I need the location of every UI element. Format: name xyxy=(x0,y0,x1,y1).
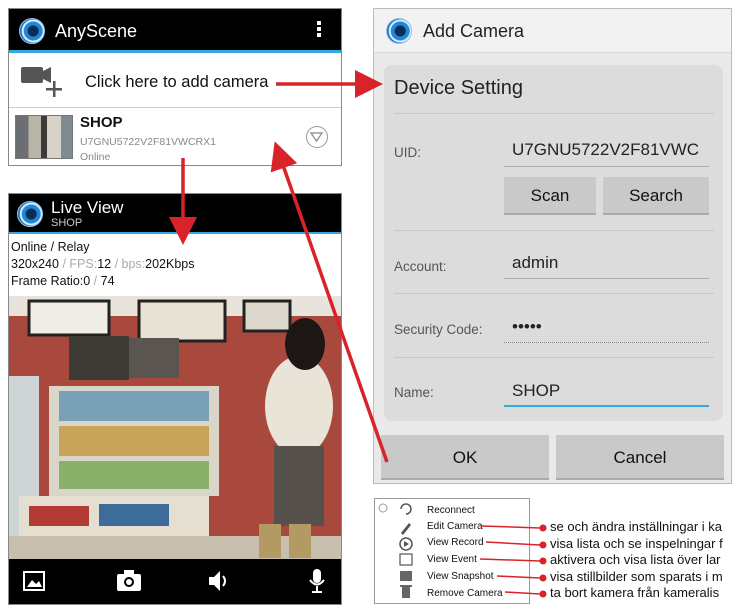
bps-label: bps: xyxy=(121,257,146,271)
annotation-view-record: visa lista och se inspelningar f xyxy=(550,536,723,551)
divider xyxy=(394,293,714,294)
security-code-field[interactable]: ••••• xyxy=(504,317,709,343)
video-image xyxy=(9,296,341,559)
menu-item-edit-camera[interactable]: Edit Camera xyxy=(427,521,483,532)
calendar-icon xyxy=(399,553,413,566)
account-label: Account: xyxy=(394,259,447,274)
overflow-menu-icon[interactable] xyxy=(317,19,321,39)
reconnect-icon xyxy=(400,503,412,515)
camera-context-menu: Reconnect Edit Camera View Record View E… xyxy=(374,498,530,604)
name-label: Name: xyxy=(394,385,434,400)
dialog-title: Add Camera xyxy=(423,21,525,41)
annotation-remove-camera: ta bort kamera från kameralis xyxy=(550,585,720,600)
stream-resolution: 320x240 xyxy=(11,257,59,271)
camera-list-screen: AnyScene Click here to add camera SHOP U… xyxy=(8,8,342,166)
camera-uid: U7GNU5722V2F81VWCRX1 xyxy=(80,136,216,148)
camera-name: SHOP xyxy=(80,114,123,131)
speaker-icon[interactable] xyxy=(207,568,229,594)
search-button[interactable]: Search xyxy=(603,177,709,215)
app-logo-icon xyxy=(19,18,45,44)
trash-icon xyxy=(402,587,410,598)
add-camera-icon xyxy=(21,67,62,97)
camera-menu-button[interactable] xyxy=(306,126,328,148)
ok-button[interactable]: OK xyxy=(381,435,549,480)
uid-field[interactable]: U7GNU5722V2F81VWC xyxy=(504,140,709,167)
scan-button[interactable]: Scan xyxy=(504,177,596,215)
menu-item-view-event[interactable]: View Event xyxy=(427,554,477,565)
device-setting-heading: Device Setting xyxy=(394,77,523,99)
annotation-view-event: aktivera och visa lista över lar xyxy=(550,552,721,567)
camera-snapshot-icon[interactable] xyxy=(115,569,143,593)
live-video-frame[interactable] xyxy=(9,296,341,559)
stream-mode: Relay xyxy=(57,240,90,254)
stream-info: Online / Relay 320x240 / FPS:12 / bps:20… xyxy=(11,240,195,288)
bps-value: 202Kbps xyxy=(145,257,195,271)
live-view-app-bar: Live View SHOP xyxy=(9,194,341,234)
edit-icon xyxy=(401,523,411,535)
menu-item-view-snapshot[interactable]: View Snapshot xyxy=(427,571,494,582)
stream-status: Online xyxy=(11,240,48,254)
camera-status: Online xyxy=(80,151,111,163)
app-title: AnyScene xyxy=(55,21,138,41)
divider xyxy=(394,230,714,231)
app-logo-icon xyxy=(17,201,43,227)
annotation-view-snapshot: visa stillbilder som sparats i m xyxy=(550,569,723,584)
live-view-screen: Live View SHOP Online / Relay 320x240 / … xyxy=(8,193,342,605)
menu-item-view-record[interactable]: View Record xyxy=(427,537,484,548)
security-code-label: Security Code: xyxy=(394,322,483,337)
live-view-subtitle: SHOP xyxy=(51,217,83,229)
uid-label: UID: xyxy=(394,145,421,160)
microphone-icon[interactable] xyxy=(307,567,327,595)
menu-item-remove-camera[interactable]: Remove Camera xyxy=(427,588,503,599)
snapshot-icon xyxy=(400,571,412,581)
chevron-down-icon xyxy=(378,503,388,513)
add-camera-row[interactable]: Click here to add camera xyxy=(9,53,341,108)
add-camera-label: Click here to add camera xyxy=(85,73,269,91)
annotation-edit-camera: se och ändra inställningar i ka xyxy=(550,519,722,534)
fps-value: 12 xyxy=(97,257,112,271)
frame-ratio-b: 74 xyxy=(100,274,115,288)
app-bar: AnyScene xyxy=(9,9,341,53)
name-field[interactable]: SHOP xyxy=(504,381,709,407)
live-view-title: Live View xyxy=(51,198,124,217)
fps-label: FPS: xyxy=(69,257,98,271)
app-logo-icon xyxy=(386,18,412,44)
dialog-header: Add Camera xyxy=(374,9,731,53)
frame-ratio-label: Frame Ratio: xyxy=(11,274,84,288)
account-field[interactable]: admin xyxy=(504,253,709,279)
menu-item-reconnect[interactable]: Reconnect xyxy=(427,505,475,516)
divider xyxy=(394,357,714,358)
cancel-button[interactable]: Cancel xyxy=(556,435,724,480)
device-setting-card: Device Setting UID: U7GNU5722V2F81VWC Sc… xyxy=(384,65,723,421)
add-camera-dialog: Add Camera Device Setting UID: U7GNU5722… xyxy=(373,8,732,484)
live-view-toolbar xyxy=(9,559,341,604)
camera-thumbnail xyxy=(15,115,73,159)
menu-icons xyxy=(399,503,413,598)
gallery-icon[interactable] xyxy=(23,571,47,593)
chevron-down-icon xyxy=(309,132,324,143)
camera-list-item[interactable]: SHOP U7GNU5722V2F81VWCRX1 Online xyxy=(9,109,341,165)
divider xyxy=(394,113,714,114)
